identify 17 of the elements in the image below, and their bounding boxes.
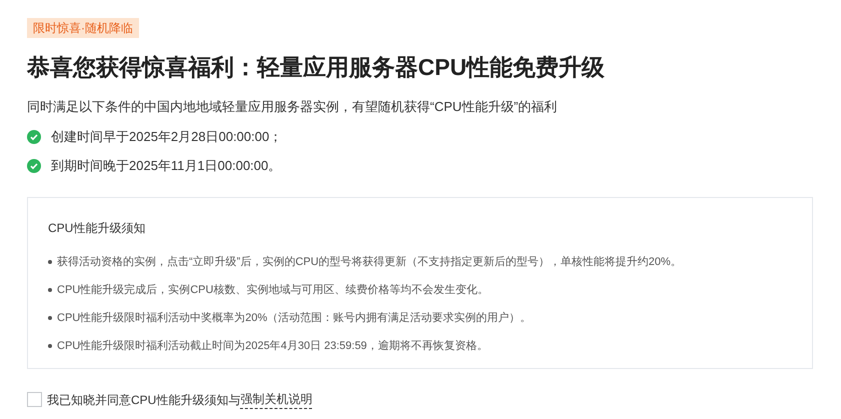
bullet-icon: [48, 316, 52, 320]
intro-text: 同时满足以下条件的中国内地地域轻量应用服务器实例，有望随机获得“CPU性能升级”的福利: [27, 98, 558, 116]
condition-text: 创建时间早于2025年2月28日00:00:00；: [51, 128, 282, 146]
page-title: 恭喜您获得惊喜福利：轻量应用服务器CPU性能免费升级: [27, 53, 606, 82]
notice-item: CPU性能升级完成后，实例CPU核数、实例地域与可用区、续费价格等均不会发生变化。: [57, 282, 488, 298]
promo-badge: 限时惊喜·随机降临: [27, 18, 139, 38]
notice-item: CPU性能升级限时福利活动中奖概率为20%（活动范围：账号内拥有满足活动要求实例的用户）。: [57, 310, 532, 326]
agreement-text: 我已知晓并同意CPU性能升级须知与: [47, 392, 240, 408]
bullet-icon: [48, 260, 52, 264]
notice-item: CPU性能升级限时福利活动截止时间为2025年4月30日 23:59:59，逾期将不再恢复资格。: [57, 338, 488, 354]
notice-title: CPU性能升级须知: [48, 220, 146, 237]
agreement-checkbox[interactable]: [27, 392, 42, 407]
notice-item: 获得活动资格的实例，点击“立即升级”后，实例的CPU的型号将获得更新（不支持指定更新后的型号），单核性能将提升约20%。: [57, 254, 682, 270]
shutdown-notice-link[interactable]: 强制关机说明: [240, 390, 312, 409]
condition-text: 到期时间晚于2025年11月1日00:00:00。: [51, 156, 282, 175]
bullet-icon: [48, 288, 52, 292]
bullet-icon: [48, 344, 52, 348]
